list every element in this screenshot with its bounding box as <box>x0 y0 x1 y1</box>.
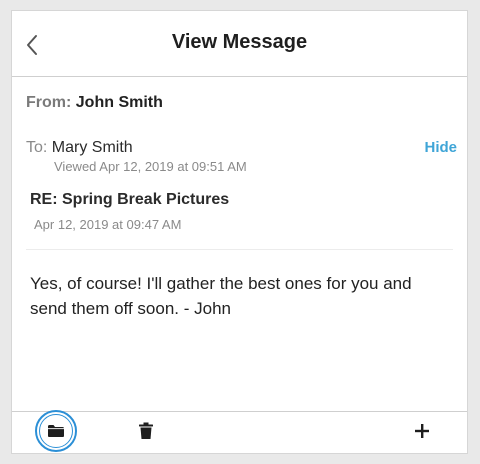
from-label: From: <box>26 94 72 111</box>
message-body: Yes, of course! I'll gather the best one… <box>30 274 412 318</box>
to-name: Mary Smith <box>51 139 133 156</box>
to-line: To: Mary Smith Viewed Apr 12, 2019 at 09… <box>26 139 457 174</box>
bottom-toolbar <box>12 410 467 453</box>
trash-icon <box>139 422 153 439</box>
header-bar: View Message <box>12 11 467 77</box>
message-subject: RE: Spring Break Pictures <box>30 191 230 208</box>
folder-icon <box>48 425 64 437</box>
folder-button-ring <box>39 414 73 448</box>
to-label: To: <box>26 139 48 156</box>
folder-button[interactable] <box>35 410 77 452</box>
viewed-timestamp: Viewed Apr 12, 2019 at 09:51 AM <box>54 159 247 174</box>
new-message-button[interactable] <box>413 422 433 442</box>
page-title: View Message <box>171 31 308 53</box>
hide-link[interactable]: Hide <box>424 139 457 156</box>
message-date: Apr 12, 2019 at 09:47 AM <box>34 217 182 232</box>
delete-button[interactable] <box>138 422 156 442</box>
divider <box>26 249 453 250</box>
from-name: John Smith <box>75 94 163 111</box>
message-view: View Message From: John Smith To: Mary S… <box>11 10 468 454</box>
from-line: From: John Smith <box>26 94 163 112</box>
plus-icon <box>415 424 429 438</box>
